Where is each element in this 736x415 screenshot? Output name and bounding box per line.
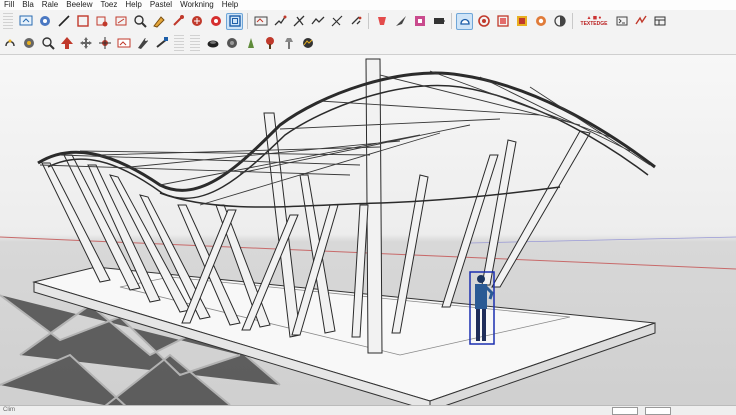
tape-icon[interactable] xyxy=(309,13,326,30)
rectangle-icon[interactable] xyxy=(74,13,91,30)
flatten-icon[interactable] xyxy=(153,35,170,52)
menu-camera[interactable]: Beelew xyxy=(62,0,96,10)
arrow-up-icon[interactable] xyxy=(58,35,75,52)
shape-icon[interactable] xyxy=(112,13,129,30)
menu-tools[interactable]: Toez xyxy=(96,0,121,10)
extension-icon[interactable] xyxy=(494,13,511,30)
surface-icon[interactable] xyxy=(223,35,240,52)
camera-icon[interactable] xyxy=(252,13,269,30)
secondary-toolbar xyxy=(0,32,736,55)
lamp-icon[interactable] xyxy=(280,35,297,52)
push-pull-icon[interactable] xyxy=(169,13,186,30)
dimension-icon[interactable] xyxy=(373,13,390,30)
toolbar-grip[interactable] xyxy=(190,35,200,51)
menu-window[interactable]: Workning xyxy=(176,0,218,10)
menu-help-2[interactable]: Help xyxy=(218,0,242,10)
paint-icon[interactable] xyxy=(150,13,167,30)
badge-label: TEXTEDGE xyxy=(580,21,608,27)
group-icon[interactable] xyxy=(430,13,447,30)
rotate-icon[interactable] xyxy=(207,13,224,30)
model-info-icon[interactable] xyxy=(456,12,473,30)
warehouse-icon[interactable] xyxy=(475,13,492,30)
component-icon[interactable] xyxy=(411,13,428,30)
color-icon[interactable] xyxy=(20,35,37,52)
lasso-icon[interactable] xyxy=(1,35,18,52)
menu-plugins[interactable]: Pastel xyxy=(146,0,176,10)
main-toolbar: ▲ ◼ ● TEXTEDGE xyxy=(0,10,736,33)
text-icon[interactable] xyxy=(347,13,364,30)
person-head xyxy=(477,275,485,283)
model-viewport[interactable] xyxy=(0,55,736,414)
menu-edit[interactable]: Bla xyxy=(18,0,38,10)
protractor-icon[interactable] xyxy=(328,13,345,30)
menu-bar: Fill Bla Rale Beelew Toez Help Pastel Wo… xyxy=(0,0,736,10)
layout-icon[interactable] xyxy=(651,13,668,30)
structure-canvas xyxy=(0,58,736,412)
text-edge-badge[interactable]: ▲ ◼ ● TEXTEDGE xyxy=(577,13,611,30)
tag-icon[interactable] xyxy=(134,35,151,52)
axes-icon[interactable] xyxy=(290,13,307,30)
toolbar-separator xyxy=(572,13,573,29)
menu-file[interactable]: Fill xyxy=(0,0,18,10)
zoom-extents-icon[interactable] xyxy=(39,35,56,52)
toolbar-grip[interactable] xyxy=(3,13,13,29)
scene-icon[interactable] xyxy=(632,13,649,30)
layers-icon[interactable] xyxy=(513,13,530,30)
roof xyxy=(37,70,656,208)
toolbar-separator xyxy=(451,13,452,29)
select-icon[interactable] xyxy=(17,13,34,30)
pan-icon[interactable] xyxy=(77,35,94,52)
image-icon[interactable] xyxy=(115,35,132,52)
line-icon[interactable] xyxy=(55,13,72,30)
fog-icon[interactable] xyxy=(613,13,630,30)
person-leg-left xyxy=(476,309,480,341)
styles-icon[interactable] xyxy=(532,13,549,30)
person-leg-right xyxy=(482,309,486,341)
move-icon[interactable] xyxy=(188,13,205,30)
menu-view[interactable]: Rale xyxy=(38,0,62,10)
toolbar-separator xyxy=(247,13,248,29)
circle-icon[interactable] xyxy=(93,13,110,30)
sphere-icon[interactable] xyxy=(204,35,221,52)
magnify-icon[interactable] xyxy=(131,13,148,30)
eraser-icon[interactable] xyxy=(36,13,53,30)
blue-axis-line xyxy=(469,236,736,244)
shadow-icon[interactable] xyxy=(551,13,568,30)
tree-icon[interactable] xyxy=(261,35,278,52)
orbit-icon[interactable] xyxy=(96,35,113,52)
person-torso xyxy=(475,284,487,309)
bulb-icon[interactable] xyxy=(242,35,259,52)
toolbar-separator xyxy=(368,13,369,29)
toolbar-grip[interactable] xyxy=(174,35,184,51)
offset-icon[interactable] xyxy=(226,12,243,30)
walk-icon[interactable] xyxy=(271,13,288,30)
section-icon[interactable] xyxy=(392,13,409,30)
menu-help[interactable]: Help xyxy=(121,0,145,10)
terrain-icon[interactable] xyxy=(299,35,316,52)
